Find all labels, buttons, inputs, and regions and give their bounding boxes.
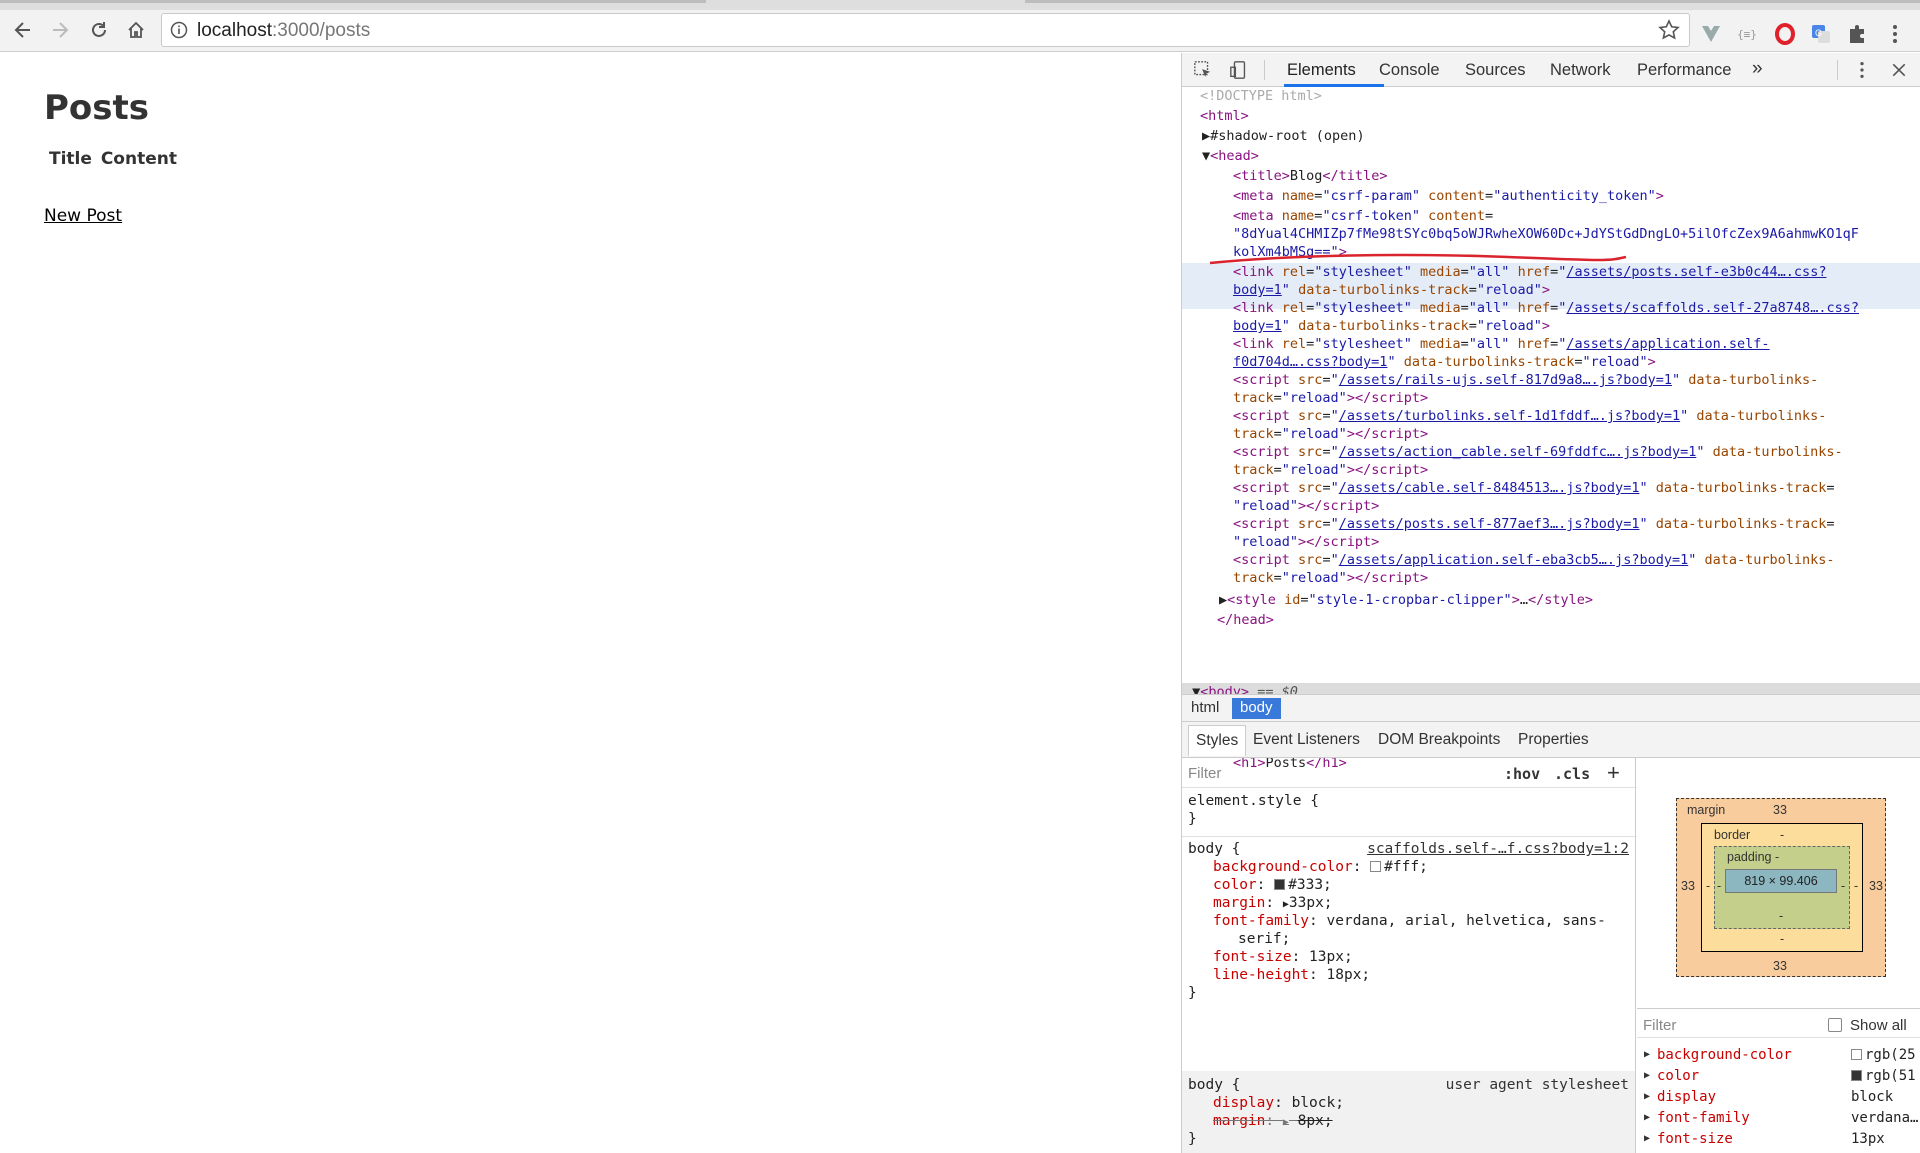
- tab-strip: [0, 0, 1920, 10]
- dom-title-node[interactable]: <title>Blog</title>: [1233, 167, 1387, 185]
- dom-csrf-token-value[interactable]: "8dYual4CHMIZp7fMe98tSYc0bq5oWJRwheXOW60…: [1233, 225, 1859, 243]
- color-swatch: [1370, 861, 1382, 872]
- box-model-pane: margin 33 33 33 33 border - - - - paddin…: [1637, 758, 1920, 1153]
- inspect-element-icon[interactable]: [1192, 59, 1214, 81]
- dom-tree[interactable]: <!DOCTYPE html> <html> ▶#shadow-root (op…: [1182, 87, 1920, 694]
- device-toolbar-icon[interactable]: [1228, 59, 1250, 81]
- styles-filter-input[interactable]: Filter: [1188, 765, 1221, 782]
- box-model-content[interactable]: 819 × 99.406: [1725, 869, 1837, 893]
- json-viewer-icon[interactable]: {≡}: [1736, 23, 1758, 45]
- body-rule-user-agent[interactable]: body { user agent stylesheet display: bl…: [1182, 1076, 1635, 1152]
- info-icon[interactable]: [170, 21, 188, 39]
- scaffolds-source-link[interactable]: scaffolds.self-…f.css?body=1:2: [1367, 840, 1629, 859]
- address-bar[interactable]: localhost:3000/posts: [161, 13, 1690, 47]
- computed-prop-display[interactable]: ▶ display block: [1637, 1088, 1920, 1109]
- opera-icon[interactable]: [1774, 23, 1796, 45]
- url-text: localhost:3000/posts: [197, 20, 371, 41]
- table-header: Title Content: [49, 149, 177, 169]
- box-model-padding[interactable]: padding - - - - 819 × 99.406: [1714, 846, 1850, 929]
- computed-prop-color[interactable]: ▶ color rgb(51: [1637, 1067, 1920, 1088]
- breadcrumb-html[interactable]: html: [1183, 698, 1227, 719]
- forward-button[interactable]: [45, 15, 75, 45]
- new-post-link[interactable]: New Post: [44, 206, 122, 226]
- computed-filter[interactable]: Filter Show all: [1637, 1008, 1920, 1038]
- show-all-label: Show all: [1850, 1017, 1907, 1034]
- dom-head-close[interactable]: </head>: [1217, 611, 1274, 629]
- tab-sources[interactable]: Sources: [1465, 61, 1526, 80]
- extension-icon[interactable]: [1846, 23, 1868, 45]
- tab-styles[interactable]: Styles: [1188, 725, 1247, 756]
- new-rule-button[interactable]: +: [1607, 760, 1620, 786]
- page-title: Posts: [44, 88, 150, 128]
- dom-script-turbolinks[interactable]: <script src="/assets/turbolinks.self-1d1…: [1233, 407, 1826, 425]
- cls-toggle[interactable]: .cls: [1554, 765, 1590, 783]
- body-rule-scaffolds[interactable]: body { scaffolds.self-…f.css?body=1:2 ba…: [1182, 840, 1635, 1001]
- breadcrumb-body[interactable]: body: [1232, 698, 1281, 719]
- forward-arrow-icon: [53, 22, 69, 38]
- tab-console[interactable]: Console: [1379, 61, 1440, 80]
- dom-link-application[interactable]: <link rel="stylesheet" media="all" href=…: [1233, 335, 1770, 353]
- tab-dom-breakpoints[interactable]: DOM Breakpoints: [1378, 731, 1500, 749]
- computed-filter-input[interactable]: Filter: [1643, 1017, 1676, 1034]
- bookmark-star-icon[interactable]: [1658, 19, 1680, 41]
- tab-performance[interactable]: Performance: [1637, 61, 1731, 80]
- element-style-rule[interactable]: element.style { }: [1182, 792, 1635, 832]
- styles-pane: Filter :hov .cls + element.style { } bod…: [1182, 758, 1636, 1153]
- reload-icon: [92, 22, 106, 37]
- dom-shadow-root[interactable]: ▶#shadow-root (open): [1202, 127, 1365, 145]
- dom-meta-csrf-param[interactable]: <meta name="csrf-param" content="authent…: [1233, 187, 1664, 205]
- dom-head-node[interactable]: ▼<head>: [1202, 147, 1259, 165]
- devtools-menu-icon[interactable]: [1851, 59, 1873, 81]
- dom-script-rails-ujs[interactable]: <script src="/assets/rails-ujs.self-817d…: [1233, 371, 1818, 389]
- devtools-panel: Elements Console Sources Network Perform…: [1181, 53, 1920, 1153]
- dom-style-node[interactable]: ▶<style id="style-1-cropbar-clipper">…</…: [1219, 591, 1593, 609]
- tab-network[interactable]: Network: [1550, 61, 1611, 80]
- show-all-checkbox[interactable]: [1828, 1018, 1842, 1032]
- dom-script-action-cable[interactable]: <script src="/assets/action_cable.self-6…: [1233, 443, 1843, 461]
- tab-properties[interactable]: Properties: [1518, 731, 1589, 749]
- translate-icon[interactable]: G: [1810, 23, 1832, 45]
- back-button[interactable]: [8, 15, 38, 45]
- tab-elements[interactable]: Elements: [1287, 61, 1356, 80]
- dom-link-posts[interactable]: <link rel="stylesheet" media="all" href=…: [1233, 263, 1826, 281]
- dom-script-cable[interactable]: <script src="/assets/cable.self-8484513……: [1233, 479, 1835, 497]
- computed-prop-background-color[interactable]: ▶ background-color rgb(25: [1637, 1046, 1920, 1067]
- devtools-toolbar: Elements Console Sources Network Perform…: [1182, 53, 1920, 87]
- styles-filter[interactable]: Filter :hov .cls +: [1182, 758, 1635, 788]
- menu-kebab-icon[interactable]: [1884, 23, 1906, 45]
- box-model-border[interactable]: border - - - - padding - - - - 819 × 99.…: [1701, 823, 1863, 952]
- home-icon: [128, 21, 144, 38]
- dom-link-scaffolds[interactable]: <link rel="stylesheet" media="all" href=…: [1233, 299, 1859, 317]
- more-tabs-button[interactable]: »: [1752, 58, 1763, 80]
- dom-html-node[interactable]: <html>: [1200, 107, 1249, 125]
- dom-script-application[interactable]: <script src="/assets/application.self-eb…: [1233, 551, 1835, 569]
- vue-devtools-icon[interactable]: [1700, 23, 1722, 45]
- home-button[interactable]: [121, 15, 151, 45]
- back-arrow-icon: [14, 22, 30, 38]
- dom-doctype[interactable]: <!DOCTYPE html>: [1200, 87, 1322, 105]
- reload-button[interactable]: [84, 15, 114, 45]
- close-devtools-icon[interactable]: [1888, 59, 1910, 81]
- dom-script-posts[interactable]: <script src="/assets/posts.self-877aef3……: [1233, 515, 1835, 533]
- dom-body-node[interactable]: …▼<body> == $0: [1184, 683, 1298, 694]
- page-viewport: Posts Title Content New Post: [0, 53, 1181, 1153]
- computed-prop-font-size[interactable]: ▶ font-size 13px: [1637, 1130, 1920, 1151]
- color-swatch: [1274, 879, 1286, 890]
- svg-text:G: G: [1815, 28, 1822, 38]
- tab-event-listeners[interactable]: Event Listeners: [1253, 731, 1360, 749]
- dom-meta-csrf-token[interactable]: <meta name="csrf-token" content=: [1233, 207, 1493, 225]
- box-model-margin[interactable]: margin 33 33 33 33 border - - - - paddin…: [1676, 798, 1886, 977]
- browser-toolbar: localhost:3000/posts {≡} G: [0, 10, 1920, 52]
- computed-prop-font-family[interactable]: ▶ font-family verdana…: [1637, 1109, 1920, 1130]
- breadcrumb: html body: [1182, 694, 1920, 722]
- hov-toggle[interactable]: :hov: [1504, 765, 1540, 783]
- sidebar-tabs: Styles Event Listeners DOM Breakpoints P…: [1182, 722, 1920, 758]
